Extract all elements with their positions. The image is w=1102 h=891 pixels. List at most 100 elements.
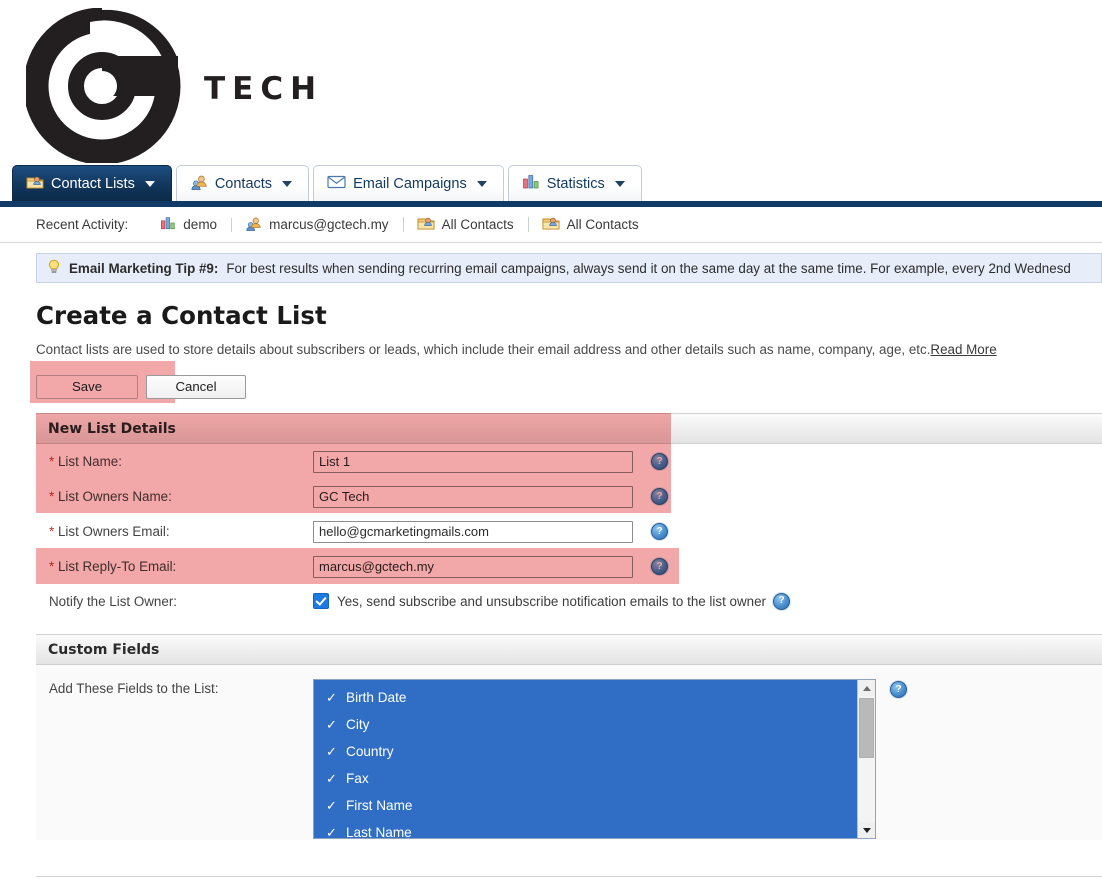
brand-header: TECH [0, 0, 1102, 170]
tab-contacts[interactable]: Contacts [175, 165, 310, 201]
check-icon: ✓ [326, 689, 337, 705]
custom-fields-header: Custom Fields [36, 634, 1102, 665]
check-icon: ✓ [326, 716, 337, 732]
help-icon[interactable]: ? [773, 592, 790, 610]
list-item-label: First Name [346, 798, 413, 813]
recent-item-all-contacts-1[interactable]: All Contacts [402, 215, 528, 234]
save-button[interactable]: Save [36, 375, 138, 399]
new-list-details-body: * List Name: ? * List Owners Name: ? * L… [36, 444, 1102, 618]
tab-label: Statistics [546, 175, 605, 192]
list-item[interactable]: ✓ Country [314, 738, 857, 765]
recent-item-label: All Contacts [441, 217, 514, 232]
contact-list-icon [542, 215, 560, 234]
tab-statistics[interactable]: Statistics [507, 165, 642, 201]
lightbulb-icon [47, 259, 61, 278]
field-row-notify-list-owner: Notify the List Owner: Yes, send subscri… [36, 584, 1102, 618]
page-description: Contact lists are used to store details … [36, 342, 1102, 357]
required-asterisk: * [49, 454, 55, 469]
recent-activity-bar: Recent Activity: demo marcus@gctech.my A… [0, 207, 1102, 243]
field-label: * List Name: [36, 454, 313, 469]
help-icon[interactable]: ? [890, 681, 907, 698]
scrollbar-thumb[interactable] [859, 698, 874, 758]
custom-fields-row: Add These Fields to the List: ✓ Birth Dat… [36, 665, 1102, 840]
custom-fields-listbox[interactable]: ✓ Birth Date ✓ City ✓ Country ✓ Fax ✓ First N… [313, 679, 876, 839]
field-row-list-reply-to-email: * List Reply-To Email: ? [36, 549, 1102, 584]
check-icon: ✓ [326, 770, 337, 786]
contacts-people-icon [245, 216, 262, 234]
list-name-input[interactable] [313, 450, 633, 473]
field-label: * List Owners Email: [36, 524, 313, 539]
custom-fields-section: Custom Fields Add These Fields to the Li… [36, 634, 1102, 840]
field-label-text: List Owners Name: [57, 489, 172, 504]
field-label-text: List Reply-To Email: [57, 559, 177, 574]
tab-contact-lists[interactable]: Contact Lists [12, 165, 172, 201]
bar-chart-icon [160, 216, 176, 233]
notify-list-owner-checkbox[interactable] [313, 593, 329, 609]
check-icon: ✓ [326, 824, 337, 839]
tip-title: Email Marketing Tip #9: [69, 260, 219, 276]
recent-item-label: marcus@gctech.my [269, 217, 389, 232]
page-description-text: Contact lists are used to store details … [36, 342, 931, 357]
tab-label: Contact Lists [51, 175, 135, 192]
scroll-up-arrow-icon[interactable] [858, 680, 875, 696]
recent-activity-label: Recent Activity: [36, 217, 129, 232]
recent-item-marcus[interactable]: marcus@gctech.my [231, 216, 402, 234]
new-list-details-section: New List Details * List Name: ? * List O… [36, 413, 1102, 618]
list-item-label: Last Name [346, 825, 412, 839]
tab-email-campaigns[interactable]: Email Campaigns [313, 165, 504, 201]
chevron-down-icon [614, 180, 625, 187]
recent-item-label: demo [183, 217, 218, 232]
check-icon: ✓ [326, 743, 337, 759]
main-tab-bar: Contact Lists Contacts Email Campaigns S… [0, 165, 1102, 207]
contact-list-icon [417, 215, 435, 234]
field-row-list-owners-name: * List Owners Name: ? [36, 479, 1102, 514]
field-label-text: Notify the List Owner: [49, 593, 178, 609]
chevron-down-icon [476, 180, 487, 187]
list-item[interactable]: ✓ First Name [314, 792, 857, 819]
list-owners-name-input[interactable] [313, 485, 633, 508]
tip-banner-wrapper: Email Marketing Tip #9: For best results… [0, 243, 1102, 283]
list-item-label: City [346, 717, 370, 732]
new-list-details-header: New List Details [36, 413, 1102, 444]
page-title: Create a Contact List [36, 301, 327, 330]
help-icon[interactable]: ? [651, 523, 668, 540]
tip-body: For best results when sending recurring … [226, 260, 1071, 276]
bar-chart-icon [522, 174, 540, 193]
field-row-list-owners-email: * List Owners Email: ? [36, 514, 1102, 549]
cancel-button[interactable]: Cancel [146, 375, 246, 399]
section-title: New List Details [48, 420, 176, 437]
form-action-buttons: Save Cancel [30, 361, 1102, 403]
contact-list-icon [26, 174, 44, 194]
logo: TECH [23, 0, 316, 165]
help-icon[interactable]: ? [651, 488, 668, 505]
recent-item-demo[interactable]: demo [146, 216, 231, 233]
recent-item-label: All Contacts [566, 217, 639, 232]
list-item[interactable]: ✓ Last Name [314, 819, 857, 839]
logo-wordmark: TECH [204, 71, 324, 107]
listbox-scrollbar[interactable] [857, 680, 875, 838]
list-item[interactable]: ✓ Fax [314, 765, 857, 792]
field-label: * List Owners Name: [36, 489, 313, 504]
required-asterisk: * [49, 559, 55, 574]
field-label: * List Reply-To Email: [36, 559, 313, 574]
list-item[interactable]: ✓ Birth Date [314, 684, 857, 711]
field-row-list-name: * List Name: ? [36, 444, 1102, 479]
field-label-text: List Name: [57, 454, 122, 469]
list-reply-to-email-input[interactable] [313, 555, 633, 578]
notify-list-owner-text: Yes, send subscribe and unsubscribe noti… [337, 593, 766, 609]
custom-fields-body: Add These Fields to the List: ✓ Birth Dat… [36, 665, 1102, 840]
list-owners-email-input[interactable] [313, 520, 633, 543]
tab-label: Email Campaigns [353, 175, 467, 192]
chevron-down-icon [144, 180, 155, 187]
chevron-down-icon [282, 180, 293, 187]
list-item[interactable]: ✓ City [314, 711, 857, 738]
envelope-icon [327, 175, 346, 193]
tab-label: Contacts [214, 175, 273, 192]
tip-banner: Email Marketing Tip #9: For best results… [36, 253, 1102, 283]
scroll-down-arrow-icon[interactable] [858, 822, 875, 838]
recent-item-all-contacts-2[interactable]: All Contacts [527, 215, 653, 234]
read-more-link[interactable]: Read More [930, 342, 996, 357]
gtech-g-logo-icon [23, 0, 206, 165]
help-icon[interactable]: ? [651, 453, 668, 470]
help-icon[interactable]: ? [651, 558, 668, 575]
